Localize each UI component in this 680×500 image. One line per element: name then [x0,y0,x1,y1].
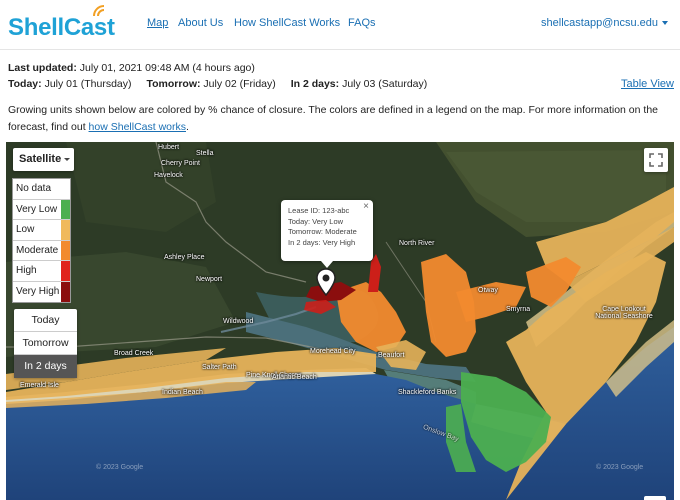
place-label: Smyrna [506,306,531,313]
today-label: Today: [8,78,42,90]
shellcast-logo[interactable]: ShellCast [8,4,136,44]
fullscreen-icon [649,153,663,167]
popup-tail [321,261,333,268]
table-view-link[interactable]: Table View [621,78,674,90]
tomorrow-label: Tomorrow: [146,78,201,90]
nav-how-link[interactable]: How ShellCast Works [234,17,340,29]
place-label: Broad Creek [114,350,154,357]
place-label: Salter Path [202,364,237,371]
place-label: Morehead City [310,348,356,355]
nav-faqs-link[interactable]: FAQs [348,17,376,29]
chevron-down-icon [64,157,71,161]
navbar: ShellCast Map About Us How ShellCast Wor… [0,0,680,50]
legend-label: High [16,265,37,276]
chevron-down-icon [662,21,668,26]
place-label: Cape Lookout National Seashore [595,306,653,320]
forecast-day-selector: Today Tomorrow In 2 days [14,309,77,378]
popup-tomorrow: Tomorrow: Moderate [288,227,357,236]
user-email: shellcastapp@ncsu.edu [541,17,658,29]
closure-legend: No data Very Low Low Moderate High Very … [12,178,71,303]
close-icon[interactable]: × [363,201,369,212]
place-label: North River [399,240,435,247]
place-label: Indian Beach [162,389,203,396]
place-label: Stella [196,150,214,157]
place-label: Emerald Isle [20,382,59,389]
legend-label: Moderate [16,244,59,256]
legend-row: Low [13,220,70,241]
legend-row: No data [13,179,70,200]
brand-name: ShellCast [8,14,115,41]
last-updated-label: Last updated: [8,62,77,74]
legend-swatch [61,220,70,240]
place-label: Hubert [158,144,180,151]
place-label: Shackleford Banks [398,389,457,396]
place-label: Havelock [154,172,183,179]
day-button-tomorrow[interactable]: Tomorrow [14,332,77,355]
nav-map-link[interactable]: Map [147,17,168,29]
legend-row: Very Low [13,199,70,220]
lease-info-popup: Lease ID: 123-abc Today: Very Low Tomorr… [281,200,373,268]
map-pin-icon[interactable] [316,268,336,296]
satellite-imagery [6,142,674,500]
in2days-label: In 2 days: [290,78,340,90]
last-updated-value: July 01, 2021 09:48 AM (4 hours ago) [79,62,255,74]
signal-arcs-icon [93,5,105,17]
place-label: Otway [478,287,498,294]
place-label: Ashley Place [164,254,205,261]
legend-row: High [13,261,70,282]
map-watermark: © 2023 Google [96,464,144,471]
map-type-label: Satellite [19,153,62,165]
legend-label: Very High [16,285,60,297]
legend-swatch [61,179,70,199]
forecast-dates: Today: July 01 (Thursday) Tomorrow: July… [8,78,427,90]
legend-swatch [61,281,70,302]
popup-lease-id: Lease ID: 123-abc [288,206,350,215]
fullscreen-button[interactable] [644,148,668,172]
place-label: Wildwood [223,318,254,325]
day-button-today[interactable]: Today [14,309,77,332]
place-label: Atlantic Beach [272,374,317,381]
popup-in2days: In 2 days: Very High [288,237,356,247]
legend-row: Moderate [13,240,70,261]
place-label: Newport [196,276,223,283]
nav-about-link[interactable]: About Us [178,17,223,29]
today-value: July 01 (Thursday) [44,78,132,90]
legend-swatch [61,199,70,219]
in2days-value: July 03 (Saturday) [342,78,428,90]
place-label: Beaufort [378,352,405,359]
popup-today: Today: Very Low [288,216,344,226]
place-label: Cherry Point [161,160,200,167]
legend-label: Low [16,224,35,235]
user-menu[interactable]: shellcastapp@ncsu.edu [541,17,668,29]
day-button-in-2-days[interactable]: In 2 days [14,355,77,378]
last-updated: Last updated: July 01, 2021 09:48 AM (4 … [8,62,255,74]
forecast-map[interactable]: Hubert Stella Cherry Point Havelock Nort… [6,142,674,500]
legend-label: Very Low [16,203,58,215]
how-it-works-link[interactable]: how ShellCast works [89,121,186,133]
legend-swatch [61,240,70,260]
legend-label: No data [16,183,52,194]
tomorrow-value: July 02 (Friday) [203,78,276,90]
description-end: . [186,121,189,133]
map-control[interactable] [644,496,666,500]
legend-row: Very High [13,281,70,302]
map-type-dropdown[interactable]: Satellite [13,148,74,171]
map-watermark: © 2023 Google [596,464,644,471]
legend-swatch [61,261,70,281]
map-description: Growing units shown below are colored by… [8,102,676,136]
